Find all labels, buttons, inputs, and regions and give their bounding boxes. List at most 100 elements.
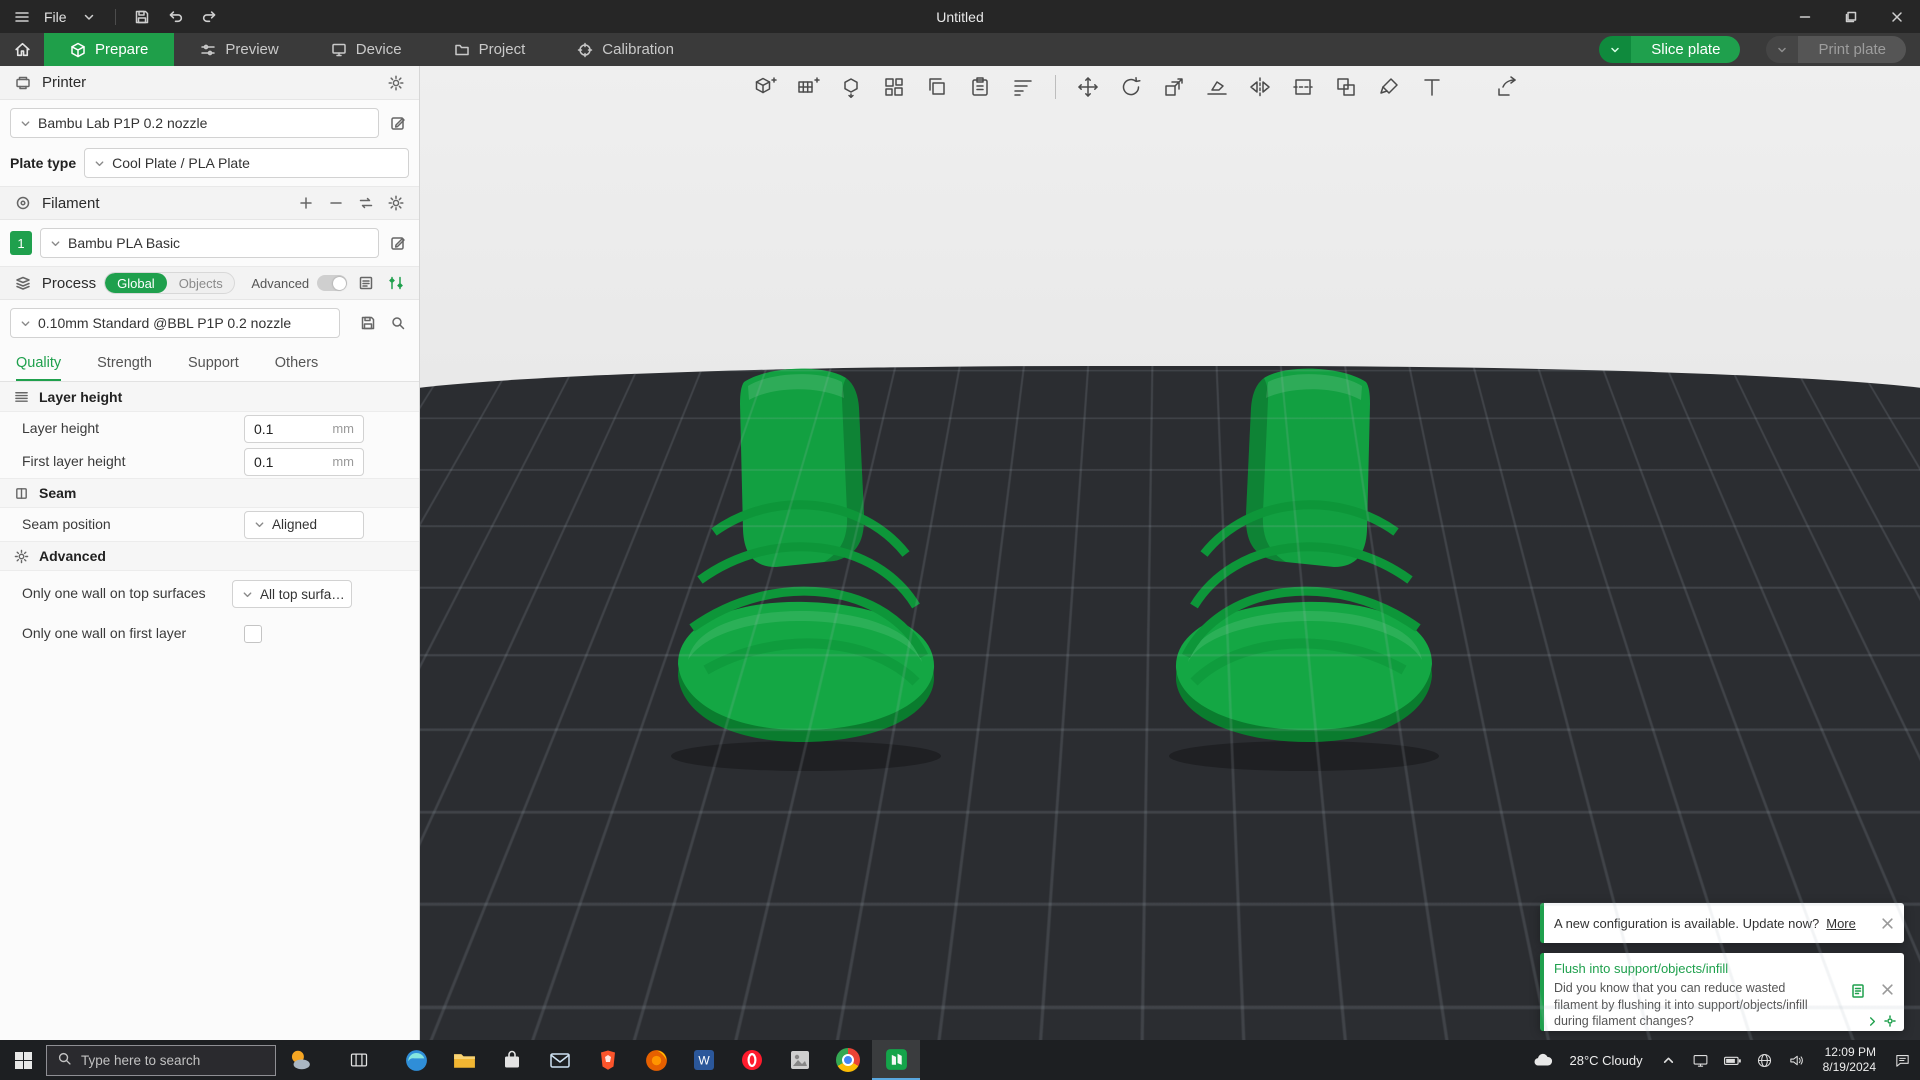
export-sliced-file-icon[interactable] [1492,72,1522,102]
next-tip-arrow-icon[interactable] [1867,1016,1878,1027]
search-parameters-icon[interactable] [387,312,409,334]
add-object-icon[interactable] [750,72,780,102]
layer-height-input[interactable]: 0.1 mm [244,414,364,443]
battery-icon[interactable] [1719,1040,1747,1080]
copy-icon[interactable] [922,72,952,102]
photos-icon[interactable] [776,1040,824,1080]
tab-project[interactable]: Project [428,33,552,66]
network-icon[interactable] [1751,1040,1779,1080]
model-sandal-right[interactable] [1152,364,1462,779]
tab-support[interactable]: Support [188,346,239,381]
cut-icon[interactable] [1288,72,1318,102]
flush-volumes-icon[interactable] [355,192,377,214]
one-wall-first-layer-checkbox[interactable] [244,624,262,643]
tab-strength[interactable]: Strength [97,346,152,381]
filament-select[interactable]: Bambu PLA Basic [40,228,379,258]
minimize-button[interactable] [1782,0,1828,33]
brave-icon[interactable] [584,1040,632,1080]
save-preset-icon[interactable] [357,312,379,334]
first-layer-height-input[interactable]: 0.1 mm [244,447,364,476]
tab-quality[interactable]: Quality [16,346,62,381]
update-more-link[interactable]: More [1826,916,1856,931]
action-center-icon[interactable] [1888,1040,1916,1080]
maximize-button[interactable] [1828,0,1874,33]
filament-settings-gear-icon[interactable] [385,192,407,214]
model-sandal-left[interactable] [648,364,958,779]
viewport-3d[interactable] [420,66,1920,1040]
printer-settings-gear-icon[interactable] [385,72,407,94]
clone-icon[interactable] [1331,72,1361,102]
one-wall-top-select[interactable]: All top surfa… [232,580,352,608]
undo-icon[interactable] [164,5,188,29]
file-menu-chevron-icon[interactable] [77,5,101,29]
compare-presets-icon[interactable] [385,272,407,294]
redo-icon[interactable] [198,5,222,29]
edge-icon[interactable] [392,1040,440,1080]
add-plate-icon[interactable] [793,72,823,102]
preview-icon [200,42,216,58]
remove-filament-icon[interactable] [325,192,347,214]
hidden-icons-chevron-icon[interactable] [1655,1040,1683,1080]
filament-slot-badge[interactable]: 1 [10,231,32,255]
app-menu-icon[interactable] [10,5,34,29]
scope-objects[interactable]: Objects [167,273,235,293]
edit-printer-icon[interactable] [387,112,409,134]
chrome-icon[interactable] [824,1040,872,1080]
start-button[interactable] [0,1040,46,1080]
lay-flat-icon[interactable] [1202,72,1232,102]
tab-preview[interactable]: Preview [174,33,304,66]
word-icon[interactable]: W [680,1040,728,1080]
chevron-down-icon [20,318,31,329]
process-preset-select[interactable]: 0.10mm Standard @BBL P1P 0.2 nozzle [10,308,340,338]
save-project-icon[interactable] [130,5,154,29]
process-scope-toggle[interactable]: Global Objects [104,272,236,294]
variable-layer-height-icon[interactable] [1008,72,1038,102]
arrange-icon[interactable] [879,72,909,102]
printer-select[interactable]: Bambu Lab P1P 0.2 nozzle [10,108,379,138]
paste-icon[interactable] [965,72,995,102]
weather-cloud-icon[interactable] [1529,1040,1557,1080]
pc-status-icon[interactable] [1687,1040,1715,1080]
tab-prepare[interactable]: Prepare [44,33,175,66]
support-paint-icon[interactable] [1374,72,1404,102]
wiki-document-icon[interactable] [1850,983,1866,1002]
scale-icon[interactable] [1159,72,1189,102]
add-filament-icon[interactable] [295,192,317,214]
taskbar-search[interactable]: Type here to search [46,1044,276,1076]
file-explorer-icon[interactable] [440,1040,488,1080]
taskbar-clock[interactable]: 12:09 PM 8/19/2024 [1815,1045,1884,1075]
bambu-studio-icon[interactable] [872,1040,920,1080]
firefox-icon[interactable] [632,1040,680,1080]
weather-widget-icon[interactable] [276,1040,322,1080]
tip-settings-icon[interactable] [1884,1015,1896,1027]
close-button[interactable] [1874,0,1920,33]
seam-position-select[interactable]: Aligned [244,510,364,539]
slice-plate-button[interactable]: Slice plate [1599,36,1741,63]
text-tool-icon[interactable] [1417,72,1447,102]
mail-icon[interactable] [536,1040,584,1080]
opera-icon[interactable] [728,1040,776,1080]
task-view-button[interactable] [336,1040,382,1080]
volume-icon[interactable] [1783,1040,1811,1080]
close-icon[interactable] [1881,917,1894,930]
file-menu[interactable]: File [44,9,67,25]
store-icon[interactable] [488,1040,536,1080]
tab-calibration[interactable]: Calibration [551,33,700,66]
auto-orient-icon[interactable] [836,72,866,102]
scope-global[interactable]: Global [105,273,167,293]
mirror-icon[interactable] [1245,72,1275,102]
print-options-chevron-icon[interactable] [1766,36,1799,63]
print-plate-button[interactable]: Print plate [1766,36,1906,63]
tab-others[interactable]: Others [275,346,319,381]
rotate-icon[interactable] [1116,72,1146,102]
tab-device[interactable]: Device [305,33,428,66]
advanced-toggle-switch[interactable] [317,275,348,291]
weather-now-text[interactable]: 28°C Cloudy [1561,1053,1650,1068]
close-icon[interactable] [1881,983,1894,999]
slice-options-chevron-icon[interactable] [1599,36,1632,63]
plate-type-select[interactable]: Cool Plate / PLA Plate [84,148,409,178]
home-button[interactable] [0,33,44,66]
edit-filament-icon[interactable] [387,232,409,254]
parameter-list-icon[interactable] [355,272,377,294]
move-icon[interactable] [1073,72,1103,102]
